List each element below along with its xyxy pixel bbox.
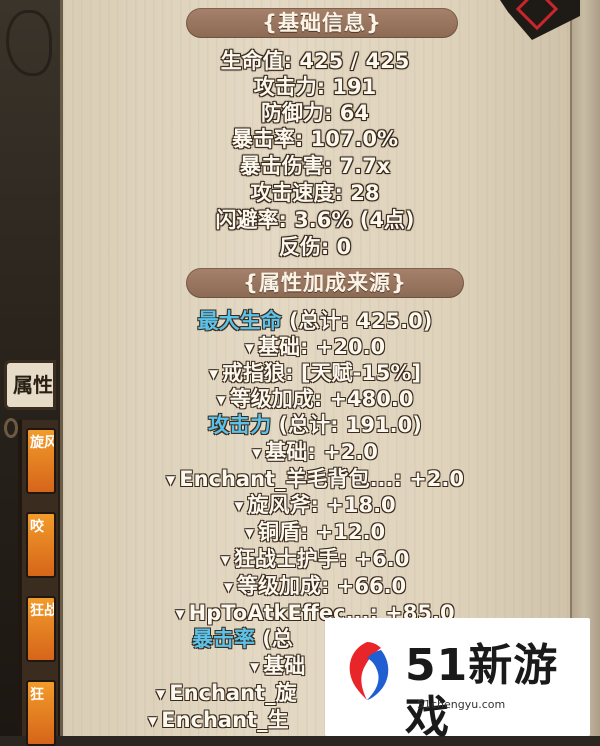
source-label: 等级加成: +480.0 [229, 387, 414, 411]
stat-reflect: 反伤: 0 [278, 235, 352, 259]
source-label: Enchant_生 [161, 708, 289, 732]
source-label: 基础 [263, 654, 306, 678]
category-label: 攻击力 [208, 413, 272, 437]
skill-card-label: 咬 [30, 519, 44, 535]
category-attack: 攻击力 (总计: 191.0) [60, 412, 570, 438]
stat-attack: 攻击力: 191 [253, 75, 377, 99]
stat-attack-speed: 攻击速度: 28 [250, 181, 380, 205]
skill-card[interactable]: 狂 [26, 680, 56, 746]
hook-icon [4, 418, 18, 438]
collapse-arrow-icon[interactable]: ▼ [156, 687, 165, 701]
skill-card-label: 狂 [30, 687, 44, 703]
stat-crit-rate: 暴击率: 107.0% [231, 127, 399, 151]
collapse-arrow-icon[interactable]: ▼ [175, 607, 184, 621]
category-total: (总计: 191.0) [271, 413, 422, 437]
site-logo-icon [349, 642, 389, 700]
skill-card[interactable]: 咬 [26, 512, 56, 578]
skill-card-label: 旋风 [30, 435, 54, 451]
source-row: ▼ 等级加成: +66.0 [60, 573, 570, 600]
collapse-arrow-icon[interactable]: ▼ [252, 446, 261, 460]
source-row: ▼ 戒指狼: [天赋-15%] [60, 360, 570, 387]
category-max-hp: 最大生命 (总计: 425.0) [60, 308, 570, 334]
skill-card[interactable]: 狂战 [26, 596, 56, 662]
stat-defense: 防御力: 64 [261, 101, 369, 125]
collapse-arrow-icon[interactable]: ▼ [221, 553, 230, 567]
collapse-arrow-icon[interactable]: ▼ [234, 499, 243, 513]
skill-card[interactable]: 旋风 [26, 428, 56, 494]
collapse-arrow-icon[interactable]: ▼ [245, 341, 254, 355]
watermark-url: 51chengyu.com [417, 698, 506, 711]
source-label: 狂战士护手: +6.0 [233, 547, 410, 571]
category-total: (总 [255, 627, 293, 651]
stat-hp: 生命值: 425 / 425 [220, 49, 410, 73]
category-label: 最大生命 [197, 309, 282, 333]
source-row: ▼ 旋风斧: +18.0 [60, 492, 570, 519]
basic-info-header: {基础信息} [186, 8, 458, 38]
source-label: 戒指狼: [天赋-15%] [222, 361, 422, 385]
source-label: 旋风斧: +18.0 [247, 493, 396, 517]
tab-attributes[interactable]: 属性 [4, 360, 56, 410]
source-label: 基础: +2.0 [265, 440, 378, 464]
source-row: ▼ 狂战士护手: +6.0 [60, 546, 570, 573]
source-row: ▼ 铜盾: +12.0 [60, 519, 570, 546]
decorative-swirl-icon [6, 10, 52, 76]
collapse-arrow-icon[interactable]: ▼ [209, 367, 218, 381]
source-row: ▼ 等级加成: +480.0 [60, 386, 570, 413]
category-total: (总计: 425.0) [281, 309, 433, 333]
collapse-arrow-icon[interactable]: ▼ [166, 473, 175, 487]
collapse-arrow-icon[interactable]: ▼ [250, 660, 259, 674]
site-watermark: 51新游戏 51chengyu.com [325, 618, 590, 743]
source-row: ▼ 基础: +2.0 [60, 439, 570, 466]
source-row: ▼ Enchant_羊毛背包...: +2.0 [60, 466, 570, 493]
source-label: Enchant_羊毛背包...: +2.0 [179, 467, 465, 491]
source-label: 基础: +20.0 [258, 335, 386, 359]
collapse-arrow-icon[interactable]: ▼ [217, 393, 226, 407]
source-label: 等级加成: +66.0 [237, 574, 407, 598]
source-label: 铜盾: +12.0 [258, 520, 386, 544]
source-row: ▼ 基础: +20.0 [60, 334, 570, 361]
stat-crit-damage: 暴击伤害: 7.7x [239, 154, 391, 178]
category-label: 暴击率 [192, 627, 255, 651]
bonus-sources-header: {属性加成来源} [186, 268, 464, 298]
watermark-title: 51新游戏 [405, 640, 559, 743]
collapse-arrow-icon[interactable]: ▼ [148, 714, 157, 728]
source-label: Enchant_旋 [169, 681, 297, 705]
collapse-arrow-icon[interactable]: ▼ [224, 580, 233, 594]
stat-dodge: 闪避率: 3.6% (4点) [215, 208, 415, 232]
skill-card-label: 狂战 [30, 603, 54, 619]
collapse-arrow-icon[interactable]: ▼ [245, 526, 254, 540]
